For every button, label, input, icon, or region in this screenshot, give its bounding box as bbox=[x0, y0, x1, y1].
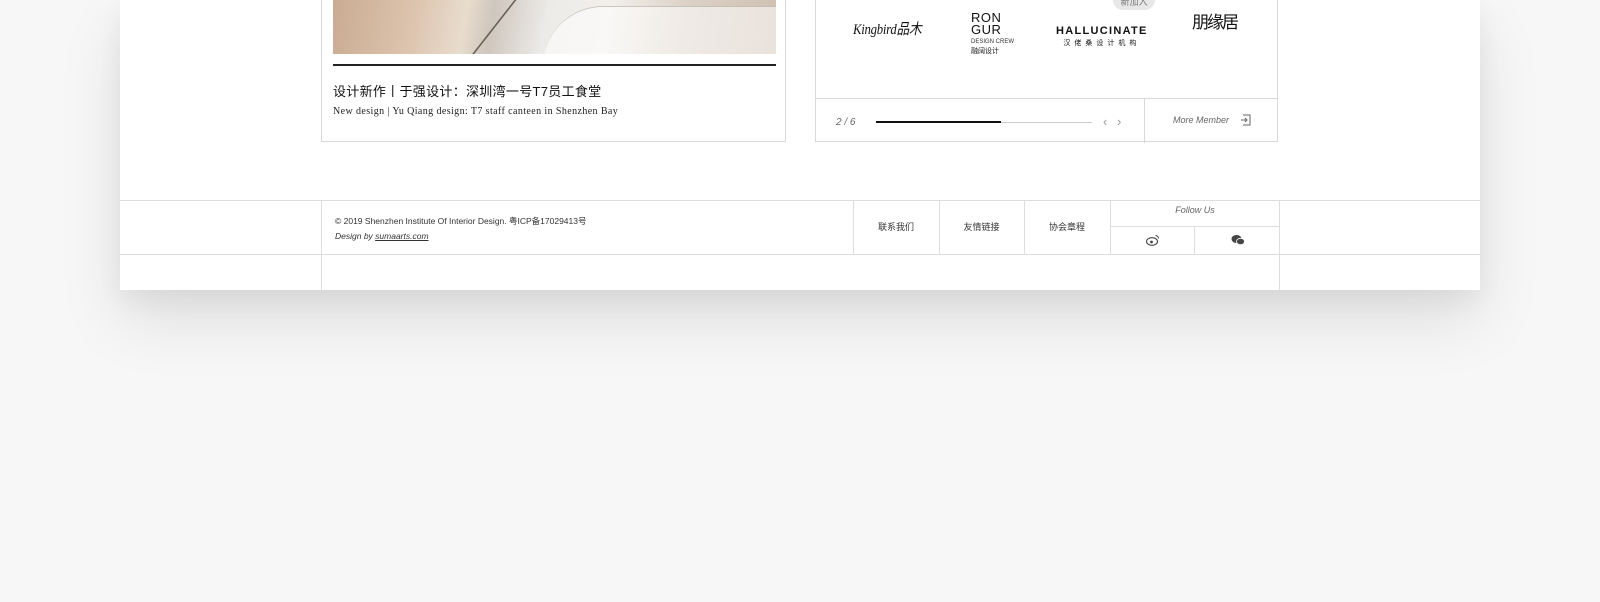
controls-divider bbox=[1144, 99, 1145, 143]
carousel-pager: 2 / 6 bbox=[836, 117, 856, 128]
footer-top-border bbox=[120, 200, 1480, 201]
rongur-logo-cn: 融阔设计 bbox=[971, 48, 999, 55]
footer-grid-line bbox=[321, 200, 322, 290]
weibo-icon bbox=[1145, 235, 1159, 246]
member-logo-rongur[interactable]: RON GUR DESIGN CREW 融阔设计 bbox=[971, 11, 1015, 56]
news-card[interactable]: 设计新作丨于强设计：深圳湾一号T7员工食堂 New design | Yu Qi… bbox=[321, 0, 786, 142]
carousel-progress-fill bbox=[876, 121, 1002, 123]
news-title-cn[interactable]: 设计新作丨于强设计：深圳湾一号T7员工食堂 bbox=[333, 81, 601, 100]
follow-us-label: Follow Us bbox=[1175, 205, 1215, 215]
footer-bottom-border bbox=[120, 254, 1480, 255]
hallucinate-logo-text: HALLUCINATE bbox=[1056, 25, 1148, 37]
design-credit-prefix: Design by bbox=[335, 231, 376, 241]
member-logo-hallucinate[interactable]: HALLUCINATE 汉佬桑设计机构 bbox=[1056, 25, 1148, 48]
member-logo-kingbird[interactable]: Kingbird品木 bbox=[853, 18, 922, 39]
footer-link-friends[interactable]: 友情链接 bbox=[939, 200, 1024, 254]
hallucinate-logo-cn: 汉佬桑设计机构 bbox=[1063, 40, 1141, 47]
members-card: 新加入 Kingbird品木 RON GUR DESIGN CREW 融阔设计 … bbox=[815, 0, 1278, 143]
new-member-badge: 新加入 bbox=[1113, 0, 1155, 10]
news-divider bbox=[333, 64, 776, 66]
page-frame: 设计新作丨于强设计：深圳湾一号T7员工食堂 New design | Yu Qi… bbox=[120, 0, 1480, 290]
footer-link-contact[interactable]: 联系我们 bbox=[853, 200, 939, 254]
news-title-en[interactable]: New design | Yu Qiang design: T7 staff c… bbox=[333, 106, 618, 117]
rongur-logo-sub: DESIGN CREW bbox=[971, 39, 1015, 45]
exit-arrow-icon[interactable] bbox=[1240, 113, 1254, 127]
wechat-icon bbox=[1231, 235, 1245, 246]
news-image[interactable] bbox=[333, 0, 776, 54]
weibo-button[interactable] bbox=[1110, 227, 1195, 254]
members-carousel-controls: 2 / 6 ‹ › More Member bbox=[816, 98, 1277, 143]
wechat-button[interactable] bbox=[1195, 227, 1280, 254]
chevron-left-icon[interactable]: ‹ bbox=[1103, 114, 1107, 129]
design-credit: Design by sumaarts.com bbox=[335, 231, 429, 241]
member-logo-last[interactable]: 朋缘居 bbox=[1192, 14, 1239, 33]
designer-link[interactable]: sumaarts.com bbox=[375, 231, 428, 241]
rongur-logo-line2: GUR bbox=[971, 22, 1002, 37]
footer-link-charter[interactable]: 协会章程 bbox=[1024, 200, 1110, 254]
copyright-text: © 2019 Shenzhen Institute Of Interior De… bbox=[335, 216, 587, 226]
more-member-link[interactable]: More Member bbox=[1173, 115, 1229, 125]
chevron-right-icon[interactable]: › bbox=[1117, 114, 1121, 129]
carousel-progress-track bbox=[876, 121, 1092, 123]
